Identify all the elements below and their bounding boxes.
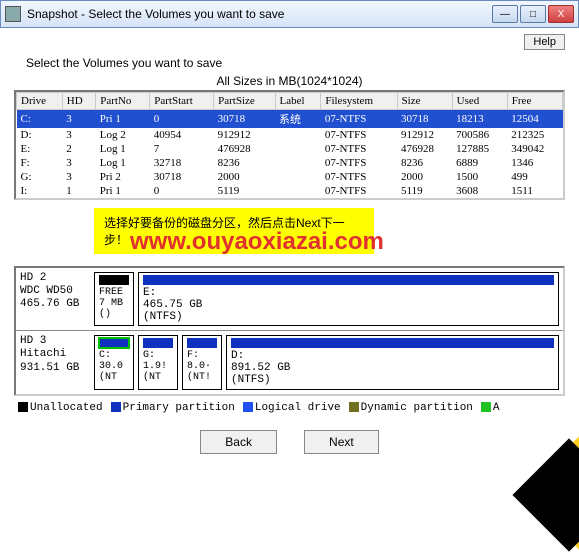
swatch-primary bbox=[111, 402, 121, 412]
partition-d[interactable]: D: 891.52 GB (NTFS) bbox=[226, 335, 559, 389]
table-row[interactable]: F:3Log 132718823607-NTFS823668891346 bbox=[17, 156, 563, 170]
swatch-dynamic bbox=[349, 402, 359, 412]
col-used[interactable]: Used bbox=[452, 93, 507, 110]
disk-label: HD 3 Hitachi 931.51 GB bbox=[20, 335, 90, 389]
next-button[interactable]: Next bbox=[304, 430, 379, 454]
table-row[interactable]: C:3Pri 1030718系统07-NTFS307181821312504 bbox=[17, 110, 563, 129]
col-free[interactable]: Free bbox=[507, 93, 562, 110]
col-label[interactable]: Label bbox=[275, 93, 321, 110]
disk-label: HD 2 WDC WD50 465.76 GB bbox=[20, 272, 90, 326]
partition-c[interactable]: C: 30.0 (NT bbox=[94, 335, 134, 389]
minimize-button[interactable]: — bbox=[492, 5, 518, 23]
table-row[interactable]: G:3Pri 230718200007-NTFS20001500499 bbox=[17, 170, 563, 184]
partition-g[interactable]: G: 1.9! (NT bbox=[138, 335, 178, 389]
close-button[interactable]: X bbox=[548, 5, 574, 23]
back-button[interactable]: Back bbox=[200, 430, 277, 454]
window-title: Snapshot - Select the Volumes you want t… bbox=[27, 7, 492, 21]
table-row[interactable]: E:2Log 1747692807-NTFS476928127885349042 bbox=[17, 142, 563, 156]
hint-callout: 选择好要备份的磁盘分区，然后点击Next下一步！ bbox=[94, 208, 374, 254]
titlebar: Snapshot - Select the Volumes you want t… bbox=[0, 0, 579, 28]
app-icon bbox=[5, 6, 21, 22]
col-partsize[interactable]: PartSize bbox=[214, 93, 275, 110]
col-filesystem[interactable]: Filesystem bbox=[321, 93, 397, 110]
disk-row-hd3: HD 3 Hitachi 931.51 GB C: 30.0 (NT G: 1.… bbox=[16, 331, 563, 393]
volumes-table[interactable]: DriveHDPartNoPartStartPartSizeLabelFiles… bbox=[14, 90, 565, 200]
col-drive[interactable]: Drive bbox=[17, 93, 63, 110]
partition-free[interactable]: FREE 7 MB () bbox=[94, 272, 134, 326]
col-partno[interactable]: PartNo bbox=[96, 93, 150, 110]
table-row[interactable]: D:3Log 24095491291207-NTFS91291270058621… bbox=[17, 128, 563, 142]
disk-row-hd2: HD 2 WDC WD50 465.76 GB FREE 7 MB () E: … bbox=[16, 268, 563, 331]
page-subtitle: Select the Volumes you want to save bbox=[26, 56, 565, 70]
col-partstart[interactable]: PartStart bbox=[150, 93, 214, 110]
col-hd[interactable]: HD bbox=[62, 93, 95, 110]
partition-e[interactable]: E: 465.75 GB (NTFS) bbox=[138, 272, 559, 326]
swatch-unallocated bbox=[18, 402, 28, 412]
table-row[interactable]: I:1Pri 10511907-NTFS511936081511 bbox=[17, 184, 563, 198]
disk-map: HD 2 WDC WD50 465.76 GB FREE 7 MB () E: … bbox=[14, 266, 565, 396]
col-size[interactable]: Size bbox=[397, 93, 452, 110]
swatch-a bbox=[481, 402, 491, 412]
maximize-button[interactable]: □ bbox=[520, 5, 546, 23]
partition-f[interactable]: F: 8.0· (NT! bbox=[182, 335, 222, 389]
sizes-label: All Sizes in MB(1024*1024) bbox=[14, 74, 565, 88]
help-button[interactable]: Help bbox=[524, 34, 565, 50]
swatch-logical bbox=[243, 402, 253, 412]
legend: Unallocated Primary partition Logical dr… bbox=[18, 402, 561, 414]
